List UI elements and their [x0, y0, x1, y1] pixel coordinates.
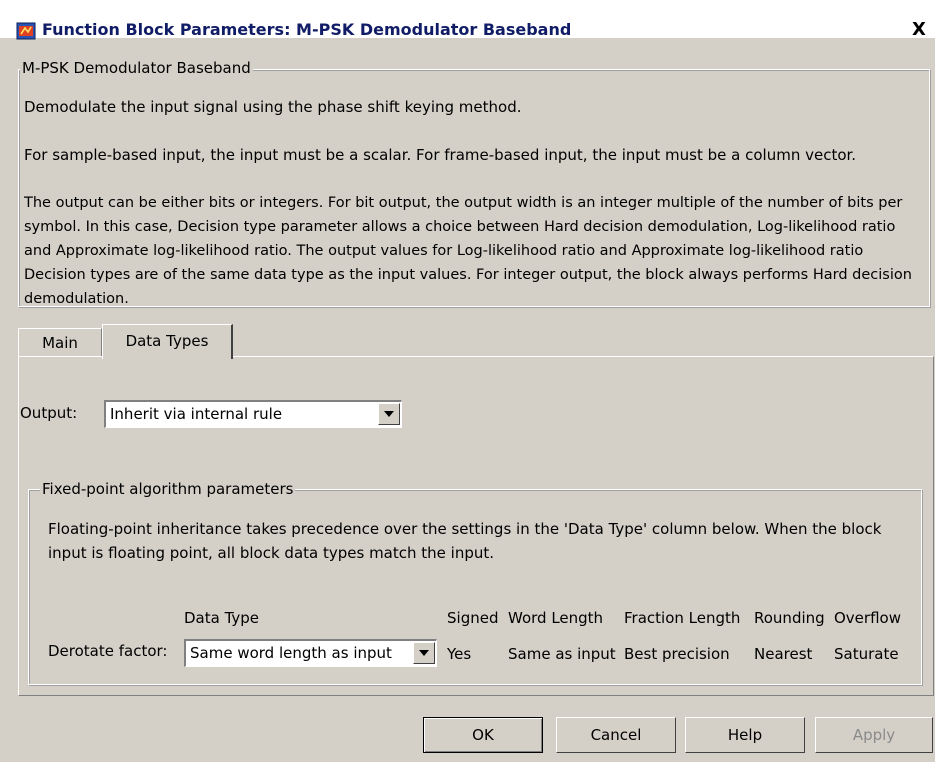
close-button[interactable]: X — [908, 20, 930, 40]
fixed-point-group-legend: Fixed-point algorithm parameters — [40, 480, 296, 498]
description-paragraph-1: Demodulate the input signal using the ph… — [24, 98, 522, 116]
title-bar[interactable]: Function Block Parameters: M-PSK Demodul… — [0, 0, 935, 40]
tab-bar: Main Data Types — [18, 324, 932, 359]
derotate-factor-fraction-length: Best precision — [624, 645, 730, 663]
simulink-block-icon — [16, 22, 36, 40]
derotate-factor-rounding: Nearest — [754, 645, 813, 663]
description-paragraph-2: For sample-based input, the input must b… — [24, 146, 857, 164]
tab-data-types[interactable]: Data Types — [102, 324, 233, 359]
derotate-factor-label: Derotate factor: — [48, 642, 168, 660]
description-paragraph-3: The output can be either bits or integer… — [24, 195, 912, 307]
output-dropdown-button[interactable] — [378, 403, 400, 425]
column-header-fraction-length: Fraction Length — [624, 609, 741, 627]
derotate-factor-data-type-value: Same word length as input — [190, 644, 392, 662]
derotate-factor-word-length: Same as input — [508, 645, 616, 663]
cancel-button[interactable]: Cancel — [556, 717, 676, 753]
output-label: Output: — [20, 404, 78, 422]
description-group-legend: M-PSK Demodulator Baseband — [20, 59, 253, 77]
column-header-data-type: Data Type — [184, 609, 260, 627]
output-dropdown-value: Inherit via internal rule — [110, 405, 283, 423]
window-title: Function Block Parameters: M-PSK Demodul… — [42, 20, 572, 39]
fixed-point-note: Floating-point inheritance takes precede… — [48, 520, 882, 562]
tab-main[interactable]: Main — [18, 328, 102, 357]
derotate-factor-signed: Yes — [447, 645, 472, 663]
help-button[interactable]: Help — [685, 717, 805, 753]
apply-button[interactable]: Apply — [815, 717, 933, 753]
derotate-factor-data-type-dropdown[interactable]: Same word length as input — [184, 639, 437, 667]
chevron-down-icon — [384, 411, 394, 417]
column-header-overflow: Overflow — [834, 609, 901, 627]
column-header-signed: Signed — [447, 609, 499, 627]
chevron-down-icon — [419, 650, 429, 656]
output-dropdown[interactable]: Inherit via internal rule — [104, 400, 402, 428]
ok-button[interactable]: OK — [423, 717, 543, 753]
derotate-factor-overflow: Saturate — [834, 645, 899, 663]
derotate-factor-dropdown-button[interactable] — [413, 642, 435, 664]
column-header-rounding: Rounding — [754, 609, 825, 627]
column-header-word-length: Word Length — [508, 609, 604, 627]
